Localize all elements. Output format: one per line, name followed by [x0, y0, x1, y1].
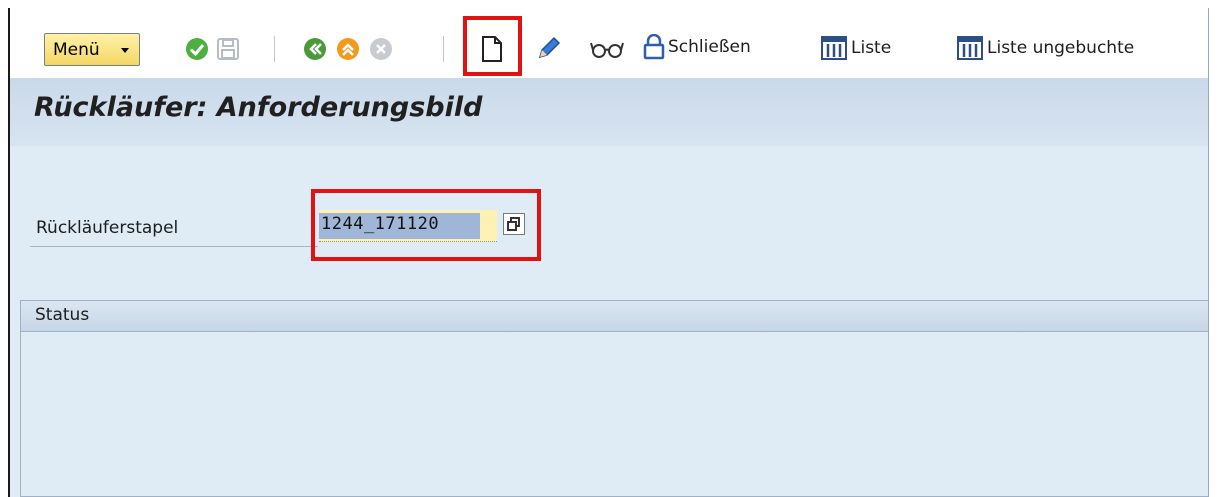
status-panel: Status	[20, 300, 1208, 497]
menu-button-label: Menü	[53, 39, 100, 60]
status-panel-header: Status	[21, 301, 1208, 332]
toolbar-separator	[443, 36, 444, 62]
toolbar-separator	[274, 36, 275, 62]
close-lock-button[interactable]: Schließen	[643, 34, 751, 60]
cancel-icon[interactable]	[369, 37, 393, 61]
caret-down-icon	[121, 48, 129, 53]
list-unposted-button[interactable]: Liste ungebuchte	[957, 36, 1134, 60]
application-toolbar: Menü Schließen Liste Liste ungebuchte	[10, 8, 1208, 78]
status-panel-title: Status	[35, 305, 90, 325]
edit-pencil-icon[interactable]	[536, 35, 562, 61]
highlight-box-new-document	[463, 16, 522, 76]
main-content: Rückläuferstapel 1244_171120 Status	[10, 146, 1208, 497]
exit-icon[interactable]	[336, 37, 360, 61]
close-button-label: Schließen	[668, 37, 751, 57]
sap-window: Menü Schließen Liste Liste ungebuchte Rü…	[8, 8, 1209, 497]
list-button[interactable]: Liste	[821, 36, 891, 60]
display-glasses-icon[interactable]	[590, 38, 624, 60]
list-icon	[957, 36, 983, 60]
back-icon[interactable]	[303, 37, 327, 61]
save-icon[interactable]	[216, 37, 240, 61]
list-icon	[821, 36, 847, 60]
list-button-label: Liste	[851, 38, 892, 58]
batch-field-label: Rückläuferstapel	[36, 218, 179, 238]
list-unposted-button-label: Liste ungebuchte	[987, 38, 1135, 58]
title-bar: Rückläufer: Anforderungsbild	[10, 78, 1208, 146]
menu-button[interactable]: Menü	[44, 33, 140, 66]
highlight-box-batch-field	[311, 189, 541, 261]
page-title: Rückläufer: Anforderungsbild	[34, 92, 483, 123]
check-icon[interactable]	[185, 37, 209, 61]
field-underline	[30, 246, 318, 247]
lock-icon	[643, 34, 665, 60]
